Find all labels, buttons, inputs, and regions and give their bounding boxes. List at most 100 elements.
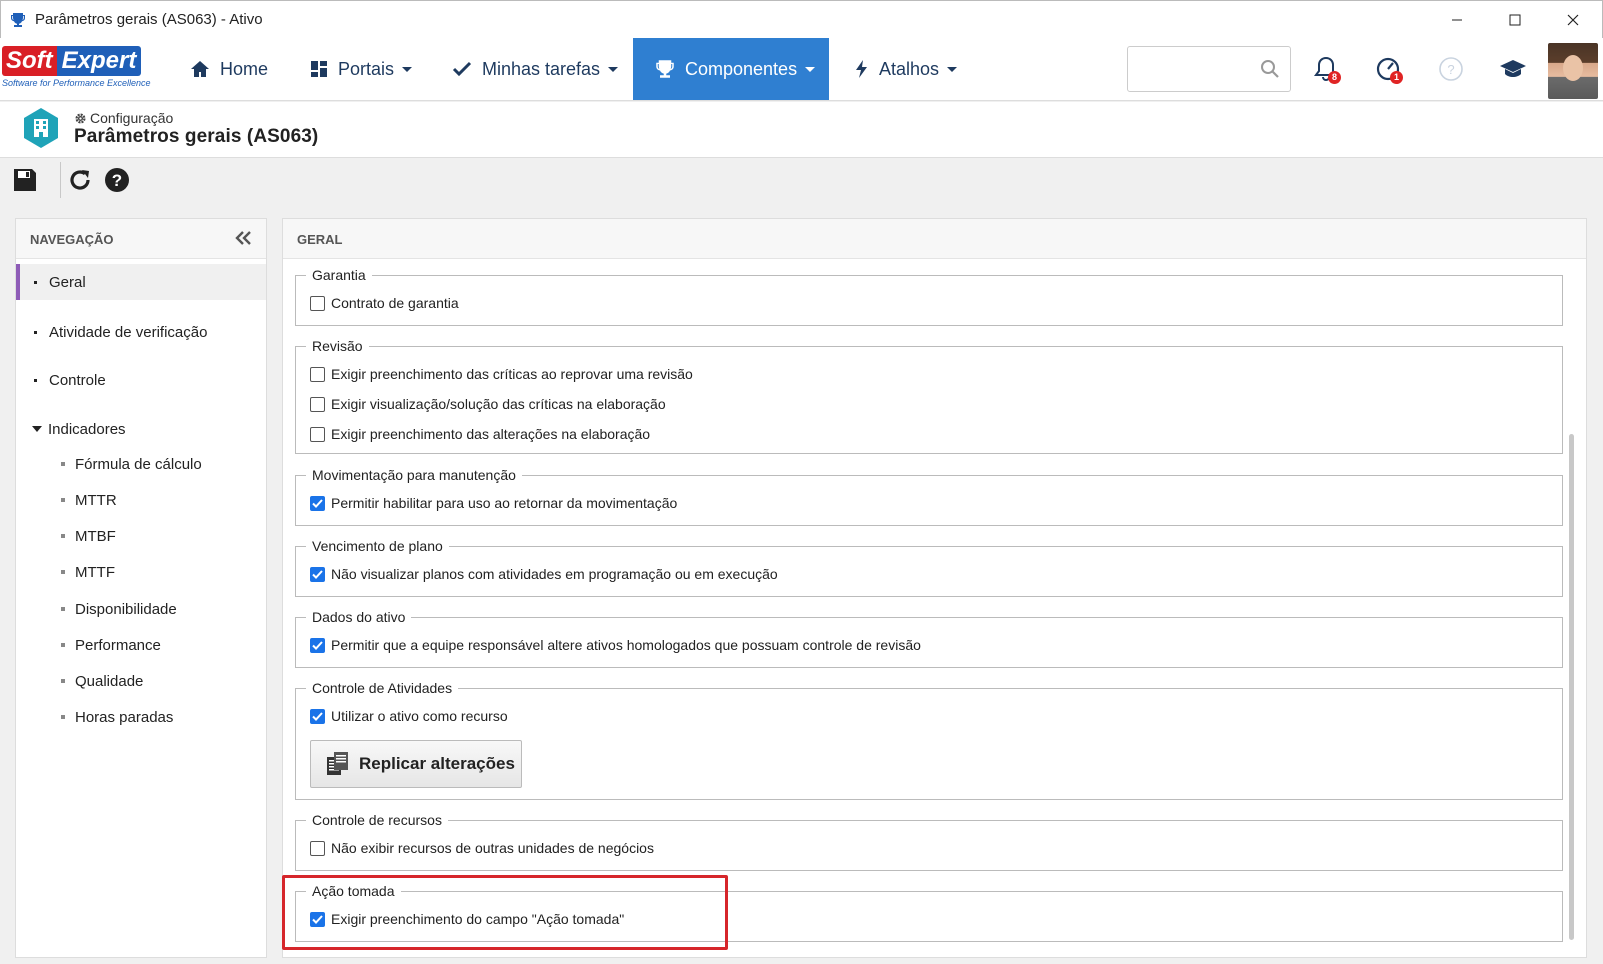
- checkbox-exigir-criticas-reprovar[interactable]: Exigir preenchimento das críticas ao rep…: [310, 366, 693, 382]
- checkbox-label: Contrato de garantia: [331, 295, 459, 311]
- nav-item-geral[interactable]: Geral: [16, 264, 266, 300]
- nav-subitem-formula-calculo[interactable]: Fórmula de cálculo: [16, 449, 266, 479]
- nav-item-label: Controle: [49, 371, 106, 389]
- softexpert-logo[interactable]: Soft Expert Software for Performance Exc…: [2, 46, 164, 92]
- fieldset-acao-tomada: Ação tomada Exigir preenchimento do camp…: [295, 883, 1563, 942]
- collapse-panel-button[interactable]: [234, 230, 252, 251]
- nav-subitem-disponibilidade[interactable]: Disponibilidade: [16, 594, 266, 624]
- tasks-timer-button[interactable]: 1: [1372, 53, 1404, 85]
- checkbox-utilizar-ativo-recurso[interactable]: Utilizar o ativo como recurso: [310, 708, 508, 724]
- bullet-icon: [61, 679, 65, 683]
- nav-item-indicadores[interactable]: Indicadores: [16, 411, 266, 447]
- checkbox-label: Exigir preenchimento das alterações na e…: [331, 426, 651, 442]
- help-button[interactable]: ?: [1435, 53, 1467, 85]
- nav-atalhos[interactable]: Atalhos: [855, 38, 958, 100]
- nav-subitem-mttr[interactable]: MTTR: [16, 485, 266, 515]
- fieldset-controle-recursos: Controle de recursos Não exibir recursos…: [295, 812, 1563, 871]
- search-input[interactable]: [1127, 46, 1291, 92]
- checkbox-box[interactable]: [310, 426, 325, 442]
- double-chevron-left-icon: [235, 231, 251, 245]
- breadcrumb[interactable]: Configuração: [74, 110, 173, 126]
- fieldset-movimentacao: Movimentação para manutenção Permitir ha…: [295, 467, 1563, 526]
- checkbox-exigir-alteracoes-elaboracao[interactable]: Exigir preenchimento das alterações na e…: [310, 426, 650, 442]
- nav-subitem-label: Performance: [75, 636, 161, 654]
- close-button[interactable]: [1544, 1, 1602, 39]
- nav-item-controle[interactable]: Controle: [16, 362, 266, 398]
- general-heading: GERAL: [297, 232, 343, 247]
- replicar-alteracoes-button[interactable]: Replicar alterações: [310, 740, 522, 788]
- navigation-panel: NAVEGAÇÃO Geral Atividade de verificação…: [15, 218, 267, 958]
- nav-componentes[interactable]: Componentes: [633, 38, 829, 100]
- notifications-button[interactable]: 8: [1310, 53, 1342, 85]
- checkbox-box[interactable]: [310, 396, 325, 412]
- bullet-icon: [61, 534, 65, 538]
- svg-text:?: ?: [112, 171, 122, 190]
- checkbox-box-checked[interactable]: [310, 708, 325, 724]
- nav-subitem-performance[interactable]: Performance: [16, 630, 266, 660]
- checkbox-contrato-garantia[interactable]: Contrato de garantia: [310, 295, 459, 311]
- checkbox-box-checked[interactable]: [310, 495, 325, 511]
- bolt-icon: [856, 60, 867, 78]
- learning-button[interactable]: [1497, 53, 1529, 85]
- checkmark-icon: [312, 914, 323, 924]
- minimize-button[interactable]: [1428, 1, 1486, 39]
- checkbox-permitir-habilitar-uso[interactable]: Permitir habilitar para uso ao retornar …: [310, 495, 677, 511]
- fieldset-garantia: Garantia Contrato de garantia: [295, 267, 1563, 326]
- general-panel-header: GERAL: [283, 219, 1586, 259]
- fieldset-legend: Controle de recursos: [306, 812, 448, 828]
- nav-tarefas-label: Minhas tarefas: [482, 58, 601, 79]
- checkbox-permitir-equipe-alterar[interactable]: Permitir que a equipe responsável altere…: [310, 637, 921, 653]
- minimize-icon: [1452, 19, 1462, 21]
- bullet-icon: [61, 498, 65, 502]
- nav-item-atividade-verificacao[interactable]: Atividade de verificação: [16, 314, 266, 350]
- vertical-scrollbar[interactable]: [1569, 434, 1574, 940]
- checkbox-box[interactable]: [310, 295, 325, 311]
- toolbar: ?: [0, 158, 1603, 204]
- nav-subitem-label: MTTR: [75, 491, 117, 509]
- checkbox-exigir-visualizacao-criticas[interactable]: Exigir visualização/solução das críticas…: [310, 396, 666, 412]
- save-button[interactable]: [9, 164, 41, 196]
- fieldset-vencimento-plano: Vencimento de plano Não visualizar plano…: [295, 538, 1563, 597]
- help-toolbar-button[interactable]: ?: [101, 164, 133, 196]
- nav-componentes-label: Componentes: [685, 58, 798, 79]
- nav-subitem-qualidade[interactable]: Qualidade: [16, 666, 266, 696]
- checkbox-box-checked[interactable]: [310, 637, 325, 653]
- checkmark-icon: [312, 711, 323, 721]
- home-icon: [191, 61, 209, 77]
- svg-text:?: ?: [1447, 62, 1454, 77]
- nav-subitem-mttf[interactable]: MTTF: [16, 557, 266, 587]
- refresh-button[interactable]: [64, 164, 96, 196]
- maximize-button[interactable]: [1486, 1, 1544, 39]
- checkbox-label: Não visualizar planos com atividades em …: [331, 566, 778, 582]
- nav-subitem-horas-paradas[interactable]: Horas paradas: [16, 702, 266, 732]
- checkbox-nao-visualizar-planos[interactable]: Não visualizar planos com atividades em …: [310, 566, 778, 582]
- bullet-icon: [34, 378, 37, 382]
- user-avatar[interactable]: [1548, 43, 1598, 99]
- tasks-badge: 1: [1390, 71, 1403, 84]
- checkbox-box[interactable]: [310, 840, 325, 856]
- nav-minhas-tarefas[interactable]: Minhas tarefas: [452, 38, 619, 100]
- checkbox-label: Exigir visualização/solução das críticas…: [331, 396, 666, 412]
- floppy-disk-icon: [14, 169, 36, 191]
- checkbox-label: Não exibir recursos de outras unidades d…: [331, 840, 654, 856]
- checkbox-label: Utilizar o ativo como recurso: [331, 708, 508, 724]
- bullet-icon: [61, 607, 65, 611]
- checkbox-exigir-acao-tomada[interactable]: Exigir preenchimento do campo "Ação toma…: [310, 911, 624, 927]
- refresh-icon: [70, 170, 90, 190]
- nav-subitem-mtbf[interactable]: MTBF: [16, 521, 266, 551]
- checkmark-icon: [312, 498, 323, 508]
- graduation-cap-icon: [1500, 60, 1526, 77]
- nav-atalhos-label: Atalhos: [879, 58, 940, 79]
- checkbox-box-checked[interactable]: [310, 911, 325, 927]
- fieldset-legend: Garantia: [306, 267, 372, 283]
- checkbox-nao-exibir-recursos[interactable]: Não exibir recursos de outras unidades d…: [310, 840, 654, 856]
- nav-portais[interactable]: Portais: [310, 38, 413, 100]
- search-icon[interactable]: [1260, 59, 1280, 84]
- toolbar-divider: [60, 162, 61, 198]
- checkbox-box[interactable]: [310, 366, 325, 382]
- chevron-down-icon: [805, 66, 816, 72]
- checkbox-box-checked[interactable]: [310, 566, 325, 582]
- page-header: Configuração Parâmetros gerais (AS063): [0, 102, 1603, 158]
- nav-home[interactable]: Home: [190, 38, 268, 100]
- fieldset-legend: Vencimento de plano: [306, 538, 449, 554]
